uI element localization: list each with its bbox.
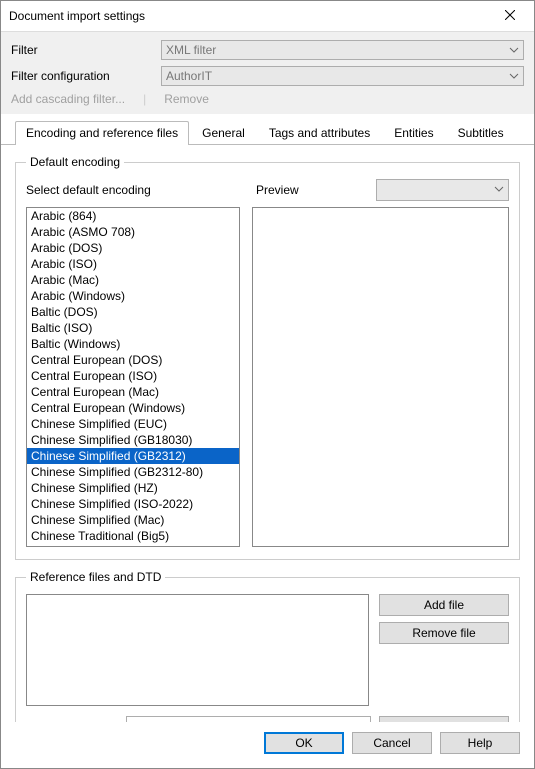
encoding-option[interactable]: Chinese Simplified (ISO-2022) [27, 496, 239, 512]
titlebar: Document import settings [1, 1, 534, 32]
encoding-option[interactable]: Arabic (Windows) [27, 288, 239, 304]
encoding-listbox[interactable]: Arabic (864)Arabic (ASMO 708)Arabic (DOS… [26, 207, 240, 547]
encoding-option[interactable]: Chinese Simplified (Mac) [27, 512, 239, 528]
reference-files-group: Reference files and DTD Add file Remove … [15, 570, 520, 722]
tab-tags-attributes[interactable]: Tags and attributes [258, 121, 381, 145]
preview-pane[interactable] [252, 207, 509, 547]
chevron-down-icon [509, 70, 519, 84]
default-encoding-legend: Default encoding [26, 155, 124, 169]
encoding-option[interactable]: Arabic (ASMO 708) [27, 224, 239, 240]
cancel-button[interactable]: Cancel [352, 732, 432, 754]
remove-file-button[interactable]: Remove file [379, 622, 509, 644]
filter-panel: Filter XML filter Filter configuration A… [1, 32, 534, 114]
tab-encoding[interactable]: Encoding and reference files [15, 121, 189, 145]
encoding-option[interactable]: Baltic (Windows) [27, 336, 239, 352]
window-title: Document import settings [9, 9, 145, 23]
tab-subtitles[interactable]: Subtitles [447, 121, 515, 145]
encoding-option[interactable]: Chinese Simplified (EUC) [27, 416, 239, 432]
filter-config-label: Filter configuration [11, 69, 161, 83]
encoding-option[interactable]: Arabic (864) [27, 208, 239, 224]
help-button[interactable]: Help [440, 732, 520, 754]
filter-combo-value: XML filter [166, 43, 216, 57]
encoding-option[interactable]: Baltic (DOS) [27, 304, 239, 320]
filter-config-combo[interactable]: AuthorIT [161, 66, 524, 86]
close-icon [505, 9, 515, 23]
encoding-option[interactable]: Arabic (Mac) [27, 272, 239, 288]
encoding-option[interactable]: Baltic (ISO) [27, 320, 239, 336]
encoding-option[interactable]: Chinese Traditional (Big5) [27, 528, 239, 544]
encoding-option[interactable]: Central European (DOS) [27, 352, 239, 368]
reference-files-listbox[interactable] [26, 594, 369, 706]
chevron-down-icon [509, 44, 519, 58]
reference-legend: Reference files and DTD [26, 570, 165, 584]
preview-dropdown[interactable] [376, 179, 509, 201]
filter-config-value: AuthorIT [166, 69, 212, 83]
remove-filter-link[interactable]: Remove [164, 92, 209, 106]
encoding-option[interactable]: Central European (ISO) [27, 368, 239, 384]
tab-general[interactable]: General [191, 121, 256, 145]
filter-label: Filter [11, 43, 161, 57]
add-cascading-filter-link[interactable]: Add cascading filter... [11, 92, 125, 106]
select-encoding-label: Select default encoding [26, 183, 246, 197]
tab-body: Default encoding Select default encoding… [1, 145, 534, 722]
dialog-buttons: OK Cancel Help [1, 722, 534, 768]
dialog-window: Document import settings Filter XML filt… [0, 0, 535, 769]
default-encoding-group: Default encoding Select default encoding… [15, 155, 520, 560]
ok-button[interactable]: OK [264, 732, 344, 754]
add-file-button[interactable]: Add file [379, 594, 509, 616]
encoding-option[interactable]: Chinese Simplified (GB2312-80) [27, 464, 239, 480]
preview-label: Preview [256, 183, 376, 197]
encoding-option[interactable]: Arabic (DOS) [27, 240, 239, 256]
tab-strip: Encoding and reference files General Tag… [1, 120, 534, 145]
encoding-option[interactable]: Central European (Mac) [27, 384, 239, 400]
encoding-option[interactable]: Central European (Windows) [27, 400, 239, 416]
tab-entities[interactable]: Entities [383, 121, 444, 145]
encoding-option[interactable]: Chinese Simplified (GB18030) [27, 432, 239, 448]
encoding-option[interactable]: Arabic (ISO) [27, 256, 239, 272]
chevron-down-icon [494, 183, 504, 197]
filter-combo[interactable]: XML filter [161, 40, 524, 60]
encoding-option[interactable]: Chinese Traditional (CNS) [27, 544, 239, 547]
close-button[interactable] [494, 4, 526, 28]
filter-actions: Add cascading filter... | Remove [11, 92, 524, 110]
separator: | [143, 92, 146, 106]
encoding-option[interactable]: Chinese Simplified (GB2312) [27, 448, 239, 464]
encoding-option[interactable]: Chinese Simplified (HZ) [27, 480, 239, 496]
